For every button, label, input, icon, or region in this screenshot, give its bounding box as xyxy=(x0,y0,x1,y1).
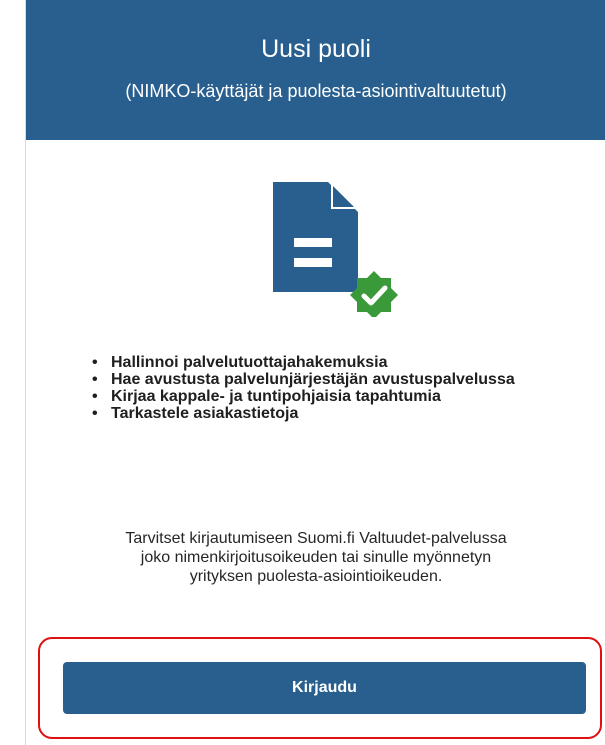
feature-item: • Hae avustusta palvelunjärjestäjän avus… xyxy=(90,371,570,388)
bullet-icon: • xyxy=(92,354,98,371)
info-line: yrityksen puolesta-asiointioikeuden. xyxy=(189,568,443,585)
card-subtitle: (NIMKO-käyttäjät ja puolesta-asiointival… xyxy=(125,81,507,101)
feature-item: • Hallinnoi palvelutuottajahakemuksia xyxy=(90,354,570,371)
feature-list: • Hallinnoi palvelutuottajahakemuksia • … xyxy=(90,354,570,422)
feature-item: • Kirjaa kappale- ja tuntipohjaisia tapa… xyxy=(90,388,570,405)
document-line-2 xyxy=(294,258,332,267)
login-button[interactable]: Kirjaudu xyxy=(63,662,586,714)
bullet-icon: • xyxy=(92,371,98,388)
bullet-icon: • xyxy=(92,405,98,422)
card-title: Uusi puoli xyxy=(261,35,371,63)
info-line: Tarvitset kirjautumiseen Suomi.fi Valtuu… xyxy=(125,530,507,547)
card-header: Uusi puoli (NIMKO-käyttäjät ja puolesta-… xyxy=(26,0,605,140)
feature-text: Hallinnoi palvelutuottajahakemuksia xyxy=(111,354,388,371)
document-fold-inner xyxy=(333,186,354,207)
document-verified-icon xyxy=(273,182,398,317)
feature-item: • Tarkastele asiakastietoja xyxy=(90,405,570,422)
feature-text: Hae avustusta palvelunjärjestäjän avustu… xyxy=(111,371,515,388)
document-line-1 xyxy=(294,238,332,247)
login-info-text: Tarvitset kirjautumiseen Suomi.fi Valtuu… xyxy=(26,529,605,586)
feature-text: Tarkastele asiakastietoja xyxy=(111,405,299,422)
info-line: joko nimenkirjoitusoikeuden tai sinulle … xyxy=(140,549,492,566)
feature-text: Kirjaa kappale- ja tuntipohjaisia tapaht… xyxy=(111,388,441,405)
bullet-icon: • xyxy=(92,388,98,405)
login-card: Uusi puoli (NIMKO-käyttäjät ja puolesta-… xyxy=(25,0,605,745)
